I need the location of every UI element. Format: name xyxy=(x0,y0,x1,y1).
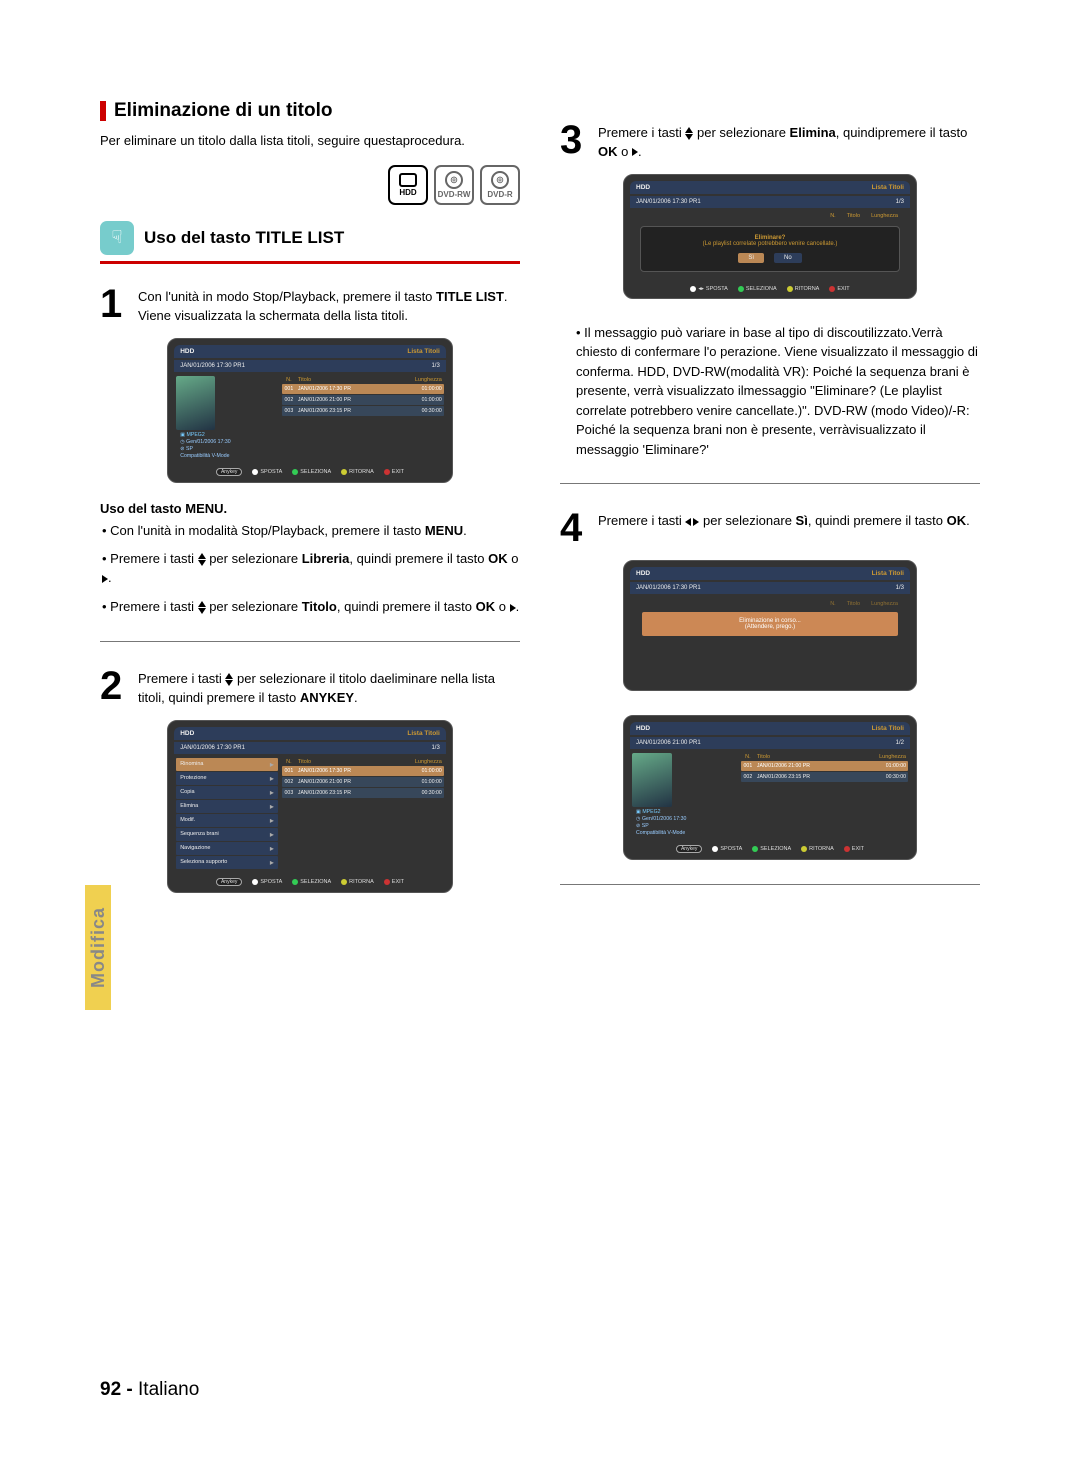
badge-hdd: HDD xyxy=(388,165,428,205)
list-item: 002JAN/01/2006 21:00 PR01:00:00 xyxy=(282,777,444,787)
osd-screenshot-2: HDDLista Titoli JAN/01/2006 17:30 PR11/3… xyxy=(167,720,453,893)
context-item: Protezione▸ xyxy=(176,772,278,785)
osd-screenshot-dialog: HDDLista Titoli JAN/01/2006 17:30 PR11/3… xyxy=(623,174,917,299)
divider xyxy=(560,483,980,484)
dialog-subtitle: (Le playlist correlate potrebbero venire… xyxy=(647,241,893,247)
hand-icon: ☟ xyxy=(100,221,134,255)
step-4-number: 4 xyxy=(560,508,588,548)
list-item: 002JAN/01/2006 21:00 PR01:00:00 xyxy=(282,395,444,405)
osd-screenshot-after: HDDLista Titoli JAN/01/2006 21:00 PR11/2… xyxy=(623,715,917,860)
list-item: 001JAN/01/2006 17:30 PR01:00:00 xyxy=(282,384,444,394)
progress-line-2: (Attendere, prego.) xyxy=(646,624,894,630)
dialog-yes-button[interactable]: Sì xyxy=(738,253,764,263)
badge-dvd-r: ◎DVD-R xyxy=(480,165,520,205)
step-3-text: Premere i tasti per selezionare Elimina,… xyxy=(598,120,980,162)
list-item: 003JAN/01/2006 23:15 PR00:30:00 xyxy=(282,406,444,416)
section-heading: Eliminazione di un titolo xyxy=(100,100,520,122)
context-item: Seleziona supporto▸ xyxy=(176,856,278,869)
menu-bullet-3: • Premere i tasti per selezionare Titolo… xyxy=(102,598,520,617)
context-item: Rinomina▸ xyxy=(176,758,278,771)
context-item: Modif.▸ xyxy=(176,814,278,827)
osd-screenshot-1: HDDLista Titoli JAN/01/2006 17:30 PR11/3… xyxy=(167,338,453,483)
dialog-no-button[interactable]: No xyxy=(774,253,802,263)
step-2-text: Premere i tasti per selezionare il titol… xyxy=(138,666,520,708)
divider xyxy=(560,884,980,885)
context-item: Sequenza brani▸ xyxy=(176,828,278,841)
menu-bullet-1: • Con l'unità in modalità Stop/Playback,… xyxy=(102,522,520,541)
step-1-text: Con l'unità in modo Stop/Playback, preme… xyxy=(138,284,520,326)
page-footer: 92 - Italiano xyxy=(100,1379,199,1401)
section-title: Eliminazione di un titolo xyxy=(114,100,333,122)
section-marker xyxy=(100,101,106,121)
disc-badges: HDD ◎DVD-RW ◎DVD-R xyxy=(100,165,520,205)
section-tab-label: Modifica xyxy=(88,907,109,988)
osd-screenshot-progress: HDDLista Titoli JAN/01/2006 17:30 PR11/3… xyxy=(623,560,917,691)
section-tab: Modifica xyxy=(85,885,111,1010)
step-4-text: Premere i tasti per selezionare Sì, quin… xyxy=(598,508,970,548)
menu-bullet-2: • Premere i tasti per selezionare Librer… xyxy=(102,550,520,588)
step-2-number: 2 xyxy=(100,666,128,708)
list-item: 002JAN/01/2006 23:15 PR00:30:00 xyxy=(741,772,908,782)
divider xyxy=(100,641,520,642)
red-divider xyxy=(100,261,520,264)
list-item: 001JAN/01/2006 17:30 PR01:00:00 xyxy=(282,766,444,776)
step-1-number: 1 xyxy=(100,284,128,326)
list-item: 003JAN/01/2006 23:15 PR00:30:00 xyxy=(282,788,444,798)
badge-dvd-rw: ◎DVD-RW xyxy=(434,165,474,205)
note-text: • Il messaggio può variare in base al ti… xyxy=(576,323,980,460)
context-item: Copia▸ xyxy=(176,786,278,799)
context-item: Elimina▸ xyxy=(176,800,278,813)
section-intro: Per eliminare un titolo dalla lista tito… xyxy=(100,132,520,151)
step-3-number: 3 xyxy=(560,120,588,162)
subheading: Uso del tasto TITLE LIST xyxy=(144,228,344,248)
menu-heading: Uso del tasto MENU. xyxy=(100,501,520,516)
context-item: Navigazione▸ xyxy=(176,842,278,855)
list-item: 001JAN/01/2006 21:00 PR01:00:00 xyxy=(741,761,908,771)
